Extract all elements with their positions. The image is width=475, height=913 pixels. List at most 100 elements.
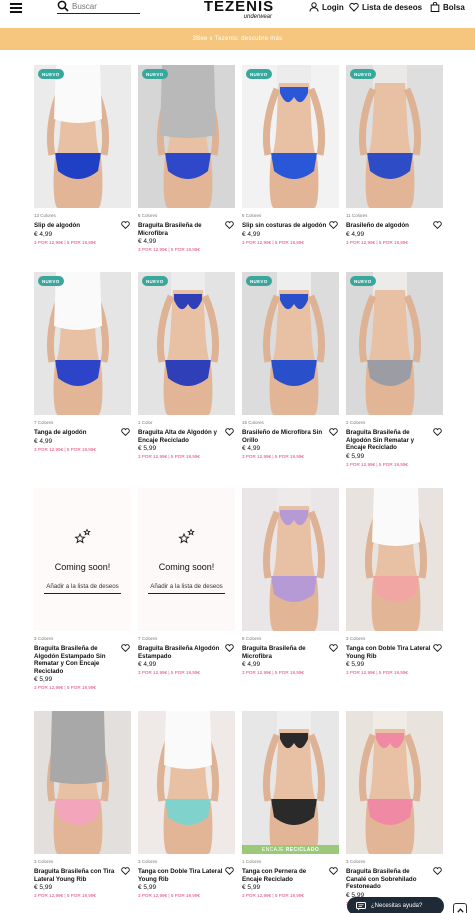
product-title[interactable]: Braguita Brasileña Algodón Estampado <box>138 645 223 660</box>
product-photo <box>364 488 428 631</box>
recycled-word: RECICLADO <box>285 846 320 853</box>
product-title[interactable]: Braguita Brasileña de Algodón Sin Remata… <box>346 429 431 452</box>
wishlist-heart-icon[interactable] <box>329 428 338 436</box>
bag-icon <box>430 2 440 12</box>
product-title[interactable]: Braguita Brasileña de Microfibra <box>242 645 327 660</box>
bag-link[interactable]: Bolsa <box>430 1 465 13</box>
wishlist-heart-icon[interactable] <box>329 867 338 875</box>
product-title[interactable]: Tanga con Doble Tira Lateral Young Rib <box>346 645 431 660</box>
product-image[interactable] <box>242 488 339 631</box>
menu-icon[interactable] <box>10 3 22 13</box>
product-photo <box>262 488 326 631</box>
product-title[interactable]: Slip de algodón <box>34 222 119 230</box>
product-title[interactable]: Tanga con Pernera de Encaje Reciclado <box>242 868 327 883</box>
logo-text: TEZENIS <box>203 0 275 15</box>
bag-label: Bolsa <box>443 2 465 12</box>
recycled-lace-label: ENCAJE RECICLADO <box>242 845 339 854</box>
color-count: 13 Colores <box>34 213 56 218</box>
color-count: 1 Color <box>138 420 153 425</box>
product-card[interactable]: 8 Colores Braguita Brasileña de Microfib… <box>242 488 339 676</box>
product-image[interactable]: NUEVO <box>346 65 443 208</box>
product-title[interactable]: Tanga de algodón <box>34 429 119 437</box>
product-card[interactable]: 3 Colores Braguita Brasileña con Tira La… <box>34 711 131 899</box>
product-image[interactable]: Coming soon! Añadir a la lista de deseos <box>34 488 131 631</box>
product-card[interactable]: NUEVO 11 Colores Brasileño de algodón € … <box>346 65 443 246</box>
wishlist-link[interactable]: Lista de deseos <box>349 1 422 13</box>
wishlist-heart-icon[interactable] <box>121 221 130 229</box>
product-price: € 4,99 <box>242 661 261 668</box>
color-count: 7 Colores <box>138 636 158 641</box>
product-card[interactable]: NUEVO 7 Colores Tanga de algodón € 4,99 … <box>34 272 131 453</box>
wishlist-heart-icon[interactable] <box>225 221 234 229</box>
product-card[interactable]: NUEVO 1 Color Braguita Alta de Algodón y… <box>138 272 235 460</box>
product-card[interactable]: ENCAJE RECICLADO 1 Colores Tanga con Per… <box>242 711 339 899</box>
product-image[interactable]: Coming soon! Añadir a la lista de deseos <box>138 488 235 631</box>
product-image[interactable]: ENCAJE RECICLADO <box>242 711 339 854</box>
product-card[interactable]: NUEVO 6 Colores Slip sin costuras de alg… <box>242 65 339 246</box>
header: TEZENIS underwear Login Lista de deseos … <box>0 0 475 28</box>
wishlist-heart-icon[interactable] <box>433 867 442 875</box>
product-image[interactable]: NUEVO <box>346 272 443 415</box>
login-label: Login <box>322 2 344 12</box>
product-title[interactable]: Braguita Brasileña de Canalé con Sobrehi… <box>346 868 431 891</box>
product-card[interactable]: 3 Colores Tanga con Doble Tira Lateral Y… <box>346 488 443 676</box>
wishlist-heart-icon[interactable] <box>329 221 338 229</box>
product-title[interactable]: Brasileño de algodón <box>346 222 431 230</box>
recycled-prefix: ENCAJE <box>261 846 284 853</box>
product-card[interactable]: 3 Colores Tanga con Doble Tira Lateral Y… <box>138 711 235 899</box>
product-image[interactable] <box>346 488 443 631</box>
product-card[interactable]: NUEVO 15 Colores Brasileño de Microfibra… <box>242 272 339 460</box>
product-title[interactable]: Tanga con Doble Tira Lateral Young Rib <box>138 868 223 883</box>
product-card[interactable]: Coming soon! Añadir a la lista de deseos… <box>34 488 131 691</box>
color-count: 3 Colores <box>346 636 366 641</box>
product-card[interactable]: NUEVO 2 Colores Braguita Brasileña de Al… <box>346 272 443 468</box>
product-title[interactable]: Braguita Brasileña con Tira Lateral Youn… <box>34 868 119 883</box>
product-image[interactable] <box>138 711 235 854</box>
product-image[interactable]: NUEVO <box>138 272 235 415</box>
wishlist-heart-icon[interactable] <box>433 221 442 229</box>
product-image[interactable]: NUEVO <box>138 65 235 208</box>
product-price: € 5,99 <box>138 445 157 452</box>
wishlist-heart-icon[interactable] <box>433 428 442 436</box>
product-image[interactable]: NUEVO <box>242 272 339 415</box>
brand-logo[interactable]: TEZENIS underwear <box>200 0 278 20</box>
wishlist-heart-icon[interactable] <box>121 644 130 652</box>
search-input[interactable] <box>72 0 138 13</box>
product-photo <box>156 65 220 208</box>
product-title[interactable]: Brasileño de Microfibra Sin Orillo <box>242 429 327 444</box>
product-price: € 5,99 <box>34 884 53 891</box>
login-link[interactable]: Login <box>309 1 344 13</box>
new-badge: NUEVO <box>350 276 376 286</box>
wishlist-heart-icon[interactable] <box>225 867 234 875</box>
promo-banner[interactable]: 3Bee x Tezenis: descubre más <box>0 28 475 50</box>
wishlist-heart-icon[interactable] <box>225 644 234 652</box>
multi-buy-offer: 3 POR 12,99€ | 5 POR 19,99€ <box>138 670 200 675</box>
wishlist-heart-icon[interactable] <box>329 644 338 652</box>
product-card[interactable]: NUEVO 6 Colores Braguita Brasileña de Mi… <box>138 65 235 253</box>
search-box[interactable] <box>57 0 140 14</box>
product-card[interactable]: Coming soon! Añadir a la lista de deseos… <box>138 488 235 676</box>
product-image[interactable]: NUEVO <box>34 65 131 208</box>
wishlist-heart-icon[interactable] <box>433 644 442 652</box>
wishlist-heart-icon[interactable] <box>121 428 130 436</box>
product-title[interactable]: Braguita Brasileña de Microfibra <box>138 222 223 237</box>
product-image[interactable]: NUEVO <box>34 272 131 415</box>
multi-buy-offer: 3 POR 12,99€ | 5 POR 19,99€ <box>138 893 200 898</box>
product-image[interactable] <box>34 711 131 854</box>
product-image[interactable]: NUEVO <box>242 65 339 208</box>
product-title[interactable]: Slip sin costuras de algodón <box>242 222 327 230</box>
product-photo <box>46 65 110 208</box>
product-image[interactable] <box>346 711 443 854</box>
product-card[interactable]: NUEVO 13 Colores Slip de algodón € 4,99 … <box>34 65 131 246</box>
heart-icon <box>349 2 359 12</box>
scroll-to-top-button[interactable] <box>453 903 467 913</box>
help-chat-button[interactable]: ¿Necesitas ayuda? <box>347 897 444 913</box>
add-to-wishlist-link[interactable]: Añadir a la lista de deseos <box>148 583 225 594</box>
color-count: 2 Colores <box>346 420 366 425</box>
product-title[interactable]: Braguita Brasileña de Algodón Estampado … <box>34 645 119 675</box>
add-to-wishlist-link[interactable]: Añadir a la lista de deseos <box>44 583 121 594</box>
product-title[interactable]: Braguita Alta de Algodón y Encaje Recicl… <box>138 429 223 444</box>
wishlist-heart-icon[interactable] <box>225 428 234 436</box>
product-card[interactable]: 3 Colores Braguita Brasileña de Canalé c… <box>346 711 443 907</box>
wishlist-heart-icon[interactable] <box>121 867 130 875</box>
